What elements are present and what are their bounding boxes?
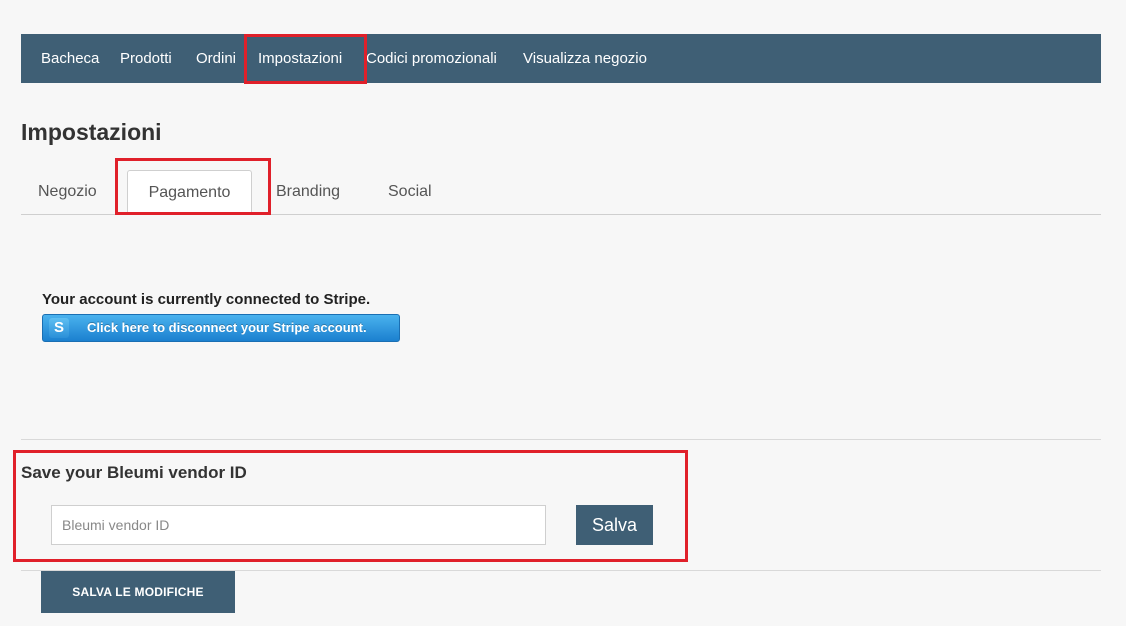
tabs-divider <box>21 214 1101 215</box>
nav-item-codici-promozionali[interactable]: Codici promozionali <box>366 34 497 83</box>
stripe-disconnect-label: Click here to disconnect your Stripe acc… <box>87 320 367 335</box>
salva-button[interactable]: Salva <box>576 505 653 545</box>
tab-social[interactable]: Social <box>388 170 432 214</box>
tab-branding[interactable]: Branding <box>276 170 340 214</box>
page-title: Impostazioni <box>21 119 162 145</box>
tab-pagamento[interactable]: Pagamento <box>127 170 252 214</box>
tab-negozio[interactable]: Negozio <box>38 170 97 214</box>
nav-item-impostazioni[interactable]: Impostazioni <box>258 34 342 83</box>
stripe-logo-icon: S <box>49 318 69 338</box>
nav-item-visualizza-negozio[interactable]: Visualizza negozio <box>523 34 647 83</box>
stripe-status-text: Your account is currently connected to S… <box>42 291 371 308</box>
save-changes-button[interactable]: SALVA LE MODIFICHE <box>41 571 235 613</box>
stripe-disconnect-button[interactable]: S Click here to disconnect your Stripe a… <box>42 314 400 342</box>
nav-item-prodotti[interactable]: Prodotti <box>120 34 172 83</box>
nav-item-ordini[interactable]: Ordini <box>196 34 236 83</box>
nav-item-bacheca[interactable]: Bacheca <box>41 34 99 83</box>
main-navbar: Bacheca Prodotti Ordini Impostazioni Cod… <box>21 34 1101 83</box>
vendor-id-input[interactable] <box>51 505 546 545</box>
vendor-id-heading: Save your Bleumi vendor ID <box>21 463 247 482</box>
section-divider <box>21 439 1101 440</box>
